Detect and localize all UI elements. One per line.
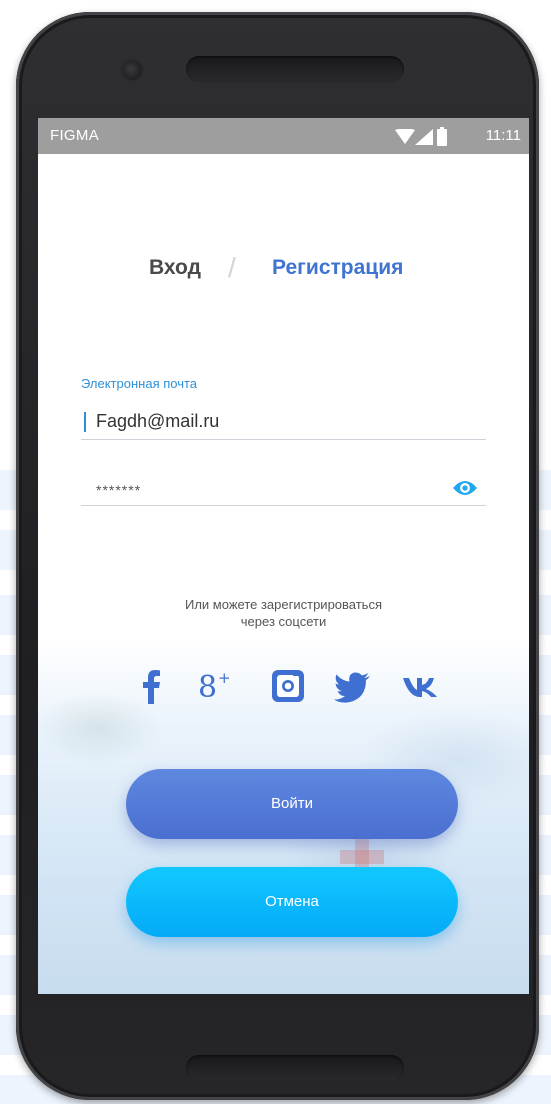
status-time: 11:11: [485, 127, 521, 144]
password-value: *******: [96, 482, 142, 498]
signal-icon: [415, 129, 433, 145]
tab-register[interactable]: Регистрация: [272, 256, 403, 280]
social-prompt-line1: Или можете зарегистрироваться: [185, 597, 382, 612]
auth-tabs: Вход / Регистрация: [38, 252, 529, 290]
tab-login[interactable]: Вход: [149, 256, 201, 280]
svg-text:8: 8: [198, 670, 217, 705]
battery-icon: [437, 127, 447, 146]
svg-text:+: +: [218, 669, 231, 687]
social-icons: 8 +: [38, 666, 529, 706]
email-label: Электронная почта: [81, 376, 198, 391]
front-camera: [122, 60, 142, 80]
instagram-icon[interactable]: [268, 666, 308, 706]
google-plus-icon[interactable]: 8 +: [196, 666, 236, 706]
social-prompt: Или можете зарегистрироваться через соцс…: [38, 596, 529, 630]
password-field[interactable]: *******: [81, 474, 486, 506]
text-caret: [84, 412, 86, 432]
tab-separator: /: [228, 252, 236, 283]
status-bar: FIGMA 11:11: [38, 118, 529, 154]
email-value: Fagdh@mail.ru: [96, 411, 220, 431]
app-screen: FIGMA 11:11 Вход / Регистрация Электронн…: [38, 118, 529, 994]
login-button[interactable]: Войти: [126, 769, 458, 839]
cancel-button[interactable]: Отмена: [126, 867, 458, 937]
bottom-speaker: [186, 1055, 404, 1081]
twitter-icon[interactable]: [333, 666, 373, 706]
wifi-icon: [395, 129, 415, 144]
social-prompt-line2: через соцсети: [240, 614, 327, 629]
vk-icon[interactable]: [402, 666, 442, 706]
email-field[interactable]: Fagdh@mail.ru: [81, 408, 486, 440]
earpiece-speaker: [186, 56, 404, 82]
show-password-icon[interactable]: [452, 478, 478, 498]
medical-cross-decoration: [340, 850, 384, 864]
status-app-name: FIGMA: [50, 127, 99, 144]
facebook-icon[interactable]: [132, 666, 172, 706]
